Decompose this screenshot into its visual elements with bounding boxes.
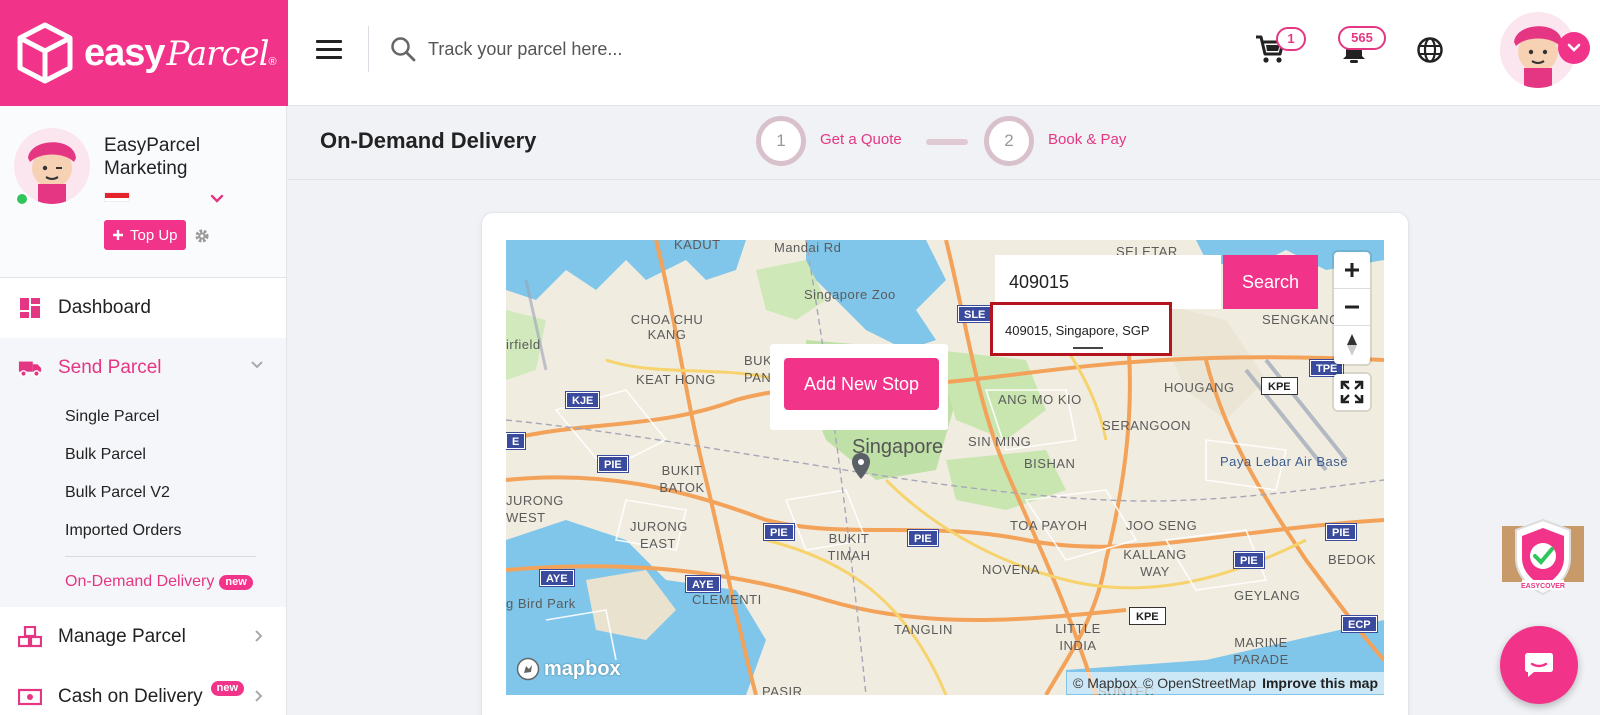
reset-north-button[interactable] [1334, 326, 1370, 363]
sidebar-item-bulk-parcel[interactable]: Bulk Parcel [0, 436, 286, 474]
fullscreen-icon [1340, 380, 1364, 404]
profile-panel: EasyParcel Marketing Top Up [0, 106, 286, 278]
cart-count-badge: 1 [1276, 27, 1306, 51]
expressway-shield: ECP [1341, 615, 1378, 633]
step-1-get-a-quote[interactable]: Get a Quote [820, 131, 902, 148]
page-header: On-Demand Delivery 1 Get a Quote 2 Book … [288, 106, 1600, 180]
divider [65, 556, 256, 557]
chat-button[interactable] [1500, 626, 1578, 704]
osm-attribution-link[interactable]: © OpenStreetMap [1143, 675, 1256, 691]
expressway-shield: PIE [763, 523, 795, 541]
sidebar-item-cash-on-delivery[interactable]: Cash on Delivery new [0, 667, 286, 715]
add-new-stop-button[interactable]: Add New Stop [784, 358, 939, 410]
zoom-controls [1334, 252, 1370, 364]
expressway-shield: AYE [539, 569, 575, 587]
search-icon [391, 37, 416, 62]
top-up-button[interactable]: Top Up [104, 220, 186, 250]
new-badge: new [219, 574, 253, 590]
plus-icon [113, 230, 123, 240]
new-badge: new [210, 680, 245, 696]
account-dropdown-button[interactable] [1558, 32, 1590, 64]
chevron-right-icon [255, 630, 263, 642]
sidebar-item-dashboard[interactable]: Dashboard [0, 278, 286, 338]
cash-icon [18, 685, 42, 709]
minus-icon [1345, 305, 1359, 309]
map-attribution: © Mapbox © OpenStreetMap Improve this ma… [1067, 672, 1384, 694]
track-parcel-input[interactable] [428, 30, 1028, 68]
top-bar [288, 0, 1600, 106]
expressway-shield: KPE [1261, 377, 1298, 395]
map[interactable]: KADUT Mandai Rd SELETAR Singapore Zoo CH… [506, 240, 1384, 695]
map-marker-icon [852, 453, 870, 479]
expressway-shield: PIE [1233, 551, 1265, 569]
notification-count-badge: 565 [1338, 26, 1386, 50]
profile-name: EasyParcel Marketing [104, 135, 201, 179]
online-status-dot [15, 192, 29, 206]
easycover-badge[interactable]: EASYCOVER [1500, 518, 1586, 598]
mapbox-logo[interactable]: mapbox [516, 657, 621, 681]
gear-icon[interactable] [194, 228, 210, 244]
divider [368, 26, 369, 72]
search-suggestion[interactable]: 409015, Singapore, SGP [990, 302, 1172, 356]
chevron-down-icon [251, 361, 263, 369]
location-search-input[interactable] [995, 255, 1221, 309]
sidebar-item-bulk-parcel-v2[interactable]: Bulk Parcel V2 [0, 474, 286, 512]
sidebar-item-send-parcel[interactable]: Send Parcel [0, 338, 286, 398]
sidebar-item-single-parcel[interactable]: Single Parcel [0, 398, 286, 436]
step-1-circle: 1 [756, 116, 806, 166]
mapbox-icon [516, 657, 540, 681]
step-2-book-and-pay[interactable]: Book & Pay [1048, 131, 1126, 148]
chevron-down-icon[interactable] [210, 194, 224, 204]
menu-icon[interactable] [316, 40, 342, 60]
expressway-shield: KPE [1129, 607, 1166, 625]
chat-icon [1525, 653, 1553, 677]
expressway-shield: PIE [597, 455, 629, 473]
step-2-circle: 2 [984, 116, 1034, 166]
zoom-in-button[interactable] [1334, 252, 1370, 289]
dashboard-icon [18, 296, 42, 320]
expressway-shield: SLE [956, 305, 993, 323]
divider [1073, 347, 1103, 349]
step-connector [926, 139, 968, 145]
improve-map-link[interactable]: Improve this map [1262, 675, 1378, 691]
globe-icon[interactable] [1416, 36, 1444, 64]
expressway-shield: PIE [1325, 523, 1357, 541]
svg-text:EASYCOVER: EASYCOVER [1521, 583, 1565, 590]
fullscreen-button[interactable] [1334, 374, 1370, 410]
page-title: On-Demand Delivery [320, 128, 537, 153]
truck-icon [18, 356, 42, 380]
zoom-out-button[interactable] [1334, 289, 1370, 326]
send-parcel-submenu: Single Parcel Bulk Parcel Bulk Parcel V2… [0, 398, 286, 607]
expressway-shield: E [506, 432, 527, 450]
sidebar-item-imported-orders[interactable]: Imported Orders [0, 512, 286, 550]
singapore-flag-icon [104, 192, 130, 202]
plus-icon [1345, 263, 1359, 277]
compass-icon [1347, 333, 1357, 356]
brand-name: easy Parcel ® [84, 31, 277, 74]
search-button[interactable]: Search [1223, 255, 1318, 309]
sidebar-item-on-demand-delivery[interactable]: On-Demand Delivery new [0, 563, 286, 601]
expressway-shield: PIE [907, 529, 939, 547]
sidebar-item-manage-parcel[interactable]: Manage Parcel [0, 607, 286, 667]
box-logo-icon [17, 22, 73, 84]
chevron-down-icon [1567, 43, 1581, 52]
mapbox-attribution-link[interactable]: © Mapbox [1073, 675, 1137, 691]
brand-logo[interactable]: easy Parcel ® [0, 0, 288, 106]
chevron-right-icon [255, 690, 263, 702]
sidebar: EasyParcel Marketing Top Up Dashboard Se… [0, 106, 287, 715]
expressway-shield: KJE [564, 391, 601, 409]
boxes-icon [18, 625, 42, 649]
expressway-shield: AYE [685, 575, 721, 593]
